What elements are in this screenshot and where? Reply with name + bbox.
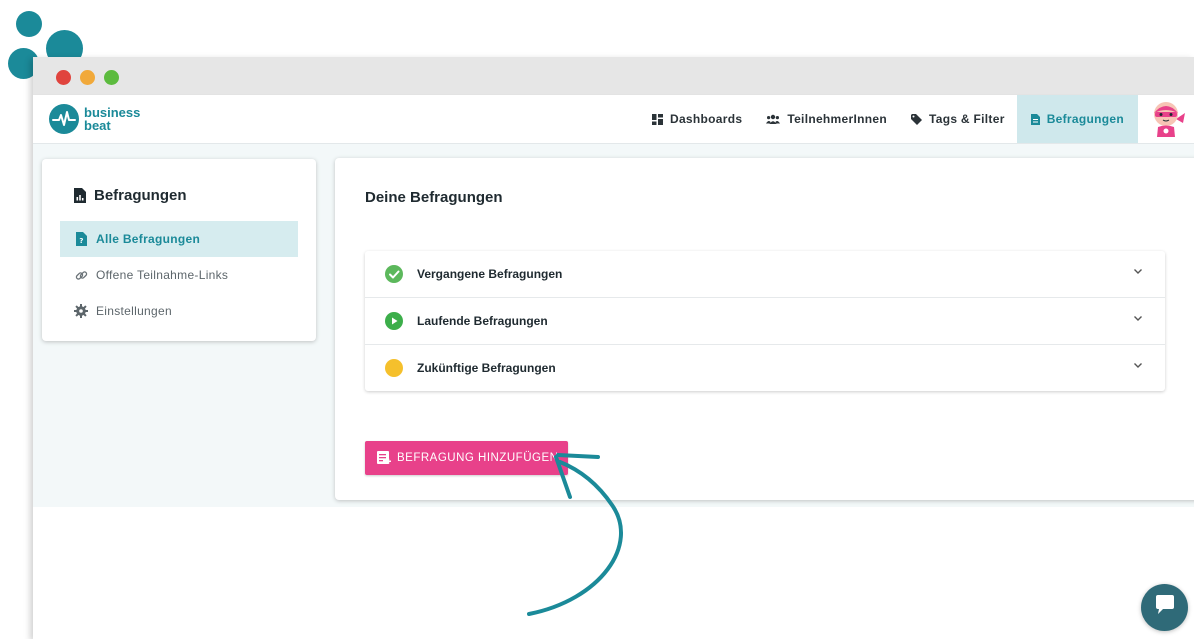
accordion-label: Vergangene Befragungen [417,267,563,281]
brand-name: business beat [84,106,140,132]
accordion-label: Zukünftige Befragungen [417,361,556,375]
surveys-panel: Deine Befragungen Vergangene Befragungen… [335,158,1194,500]
sidebar-title: Befragungen [74,187,187,204]
accordion-item-vergangene[interactable]: Vergangene Befragungen [365,251,1165,298]
sidebar-item-label: Offene Teilnahme-Links [96,268,229,282]
chat-bubble-icon [1154,595,1176,620]
gear-icon [74,304,88,318]
nav-item-tags-filter[interactable]: Tags & Filter [899,95,1017,143]
users-icon [766,114,781,124]
minimize-window-button[interactable] [80,70,95,85]
add-survey-button-label: BEFRAGUNG HINZUFÜGEN [397,452,559,464]
brand-name-line2: beat [84,118,111,133]
sidebar-item-einstellungen[interactable]: Einstellungen [60,293,298,329]
link-icon [74,269,88,282]
survey-document-icon: ? [74,232,88,246]
sidebar-item-label: Alle Befragungen [96,232,201,246]
heartbeat-logo-icon [49,104,79,134]
app-navbar: business beat Dashboards TeilnehmerInnen [33,95,1194,144]
nav-item-teilnehmerinnen[interactable]: TeilnehmerInnen [754,95,899,143]
nav-item-befragungen[interactable]: Befragungen [1016,95,1138,143]
nav-item-dashboards[interactable]: Dashboards [640,95,754,143]
nav-label-befragungen: Befragungen [1046,112,1124,126]
chat-button[interactable] [1141,584,1188,631]
page-title: Deine Befragungen [365,189,503,206]
sidebar-title-text: Befragungen [94,187,187,204]
document-icon [1030,113,1040,125]
sidebar-item-alle-befragungen[interactable]: ? Alle Befragungen [60,221,298,257]
chevron-down-icon[interactable] [1133,313,1143,323]
survey-chart-icon [74,188,86,203]
tag-icon [910,113,922,125]
maximize-window-button[interactable] [104,70,119,85]
user-avatar[interactable] [1138,95,1194,143]
accordion-item-zukuenftige[interactable]: Zukünftige Befragungen [365,345,1165,391]
accordion-label: Laufende Befragungen [417,314,548,328]
brand-logo[interactable]: business beat [49,104,140,134]
svg-text:?: ? [79,237,83,245]
nav-menu: Dashboards TeilnehmerInnen Tags & Filter… [640,95,1194,143]
nav-label-dashboards: Dashboards [669,112,743,126]
yellow-circle-icon [385,359,403,377]
add-list-icon [377,451,391,465]
add-survey-button[interactable]: BEFRAGUNG HINZUFÜGEN [365,441,568,475]
sidebar-item-offene-teilnahme-links[interactable]: Offene Teilnahme-Links [60,257,298,293]
browser-window: business beat Dashboards TeilnehmerInnen [33,57,1194,639]
dashboard-icon [651,113,663,125]
check-circle-icon [385,265,403,283]
decor-dot-small [16,11,42,37]
window-titlebar [33,57,1194,95]
sidebar-panel: Befragungen ? Alle Befragungen Offene Te… [42,159,316,341]
play-circle-icon [385,312,403,330]
superhero-avatar-icon [1146,97,1186,142]
nav-label-tags-filter: Tags & Filter [928,112,1005,126]
nav-label-teilnehmerinnen: TeilnehmerInnen [787,112,887,126]
chevron-down-icon[interactable] [1133,266,1143,276]
accordion-item-laufende[interactable]: Laufende Befragungen [365,298,1165,345]
survey-accordion: Vergangene Befragungen Laufende Befragun… [365,251,1165,391]
close-window-button[interactable] [56,70,71,85]
sidebar-item-label: Einstellungen [96,304,172,318]
chevron-down-icon[interactable] [1133,360,1143,370]
